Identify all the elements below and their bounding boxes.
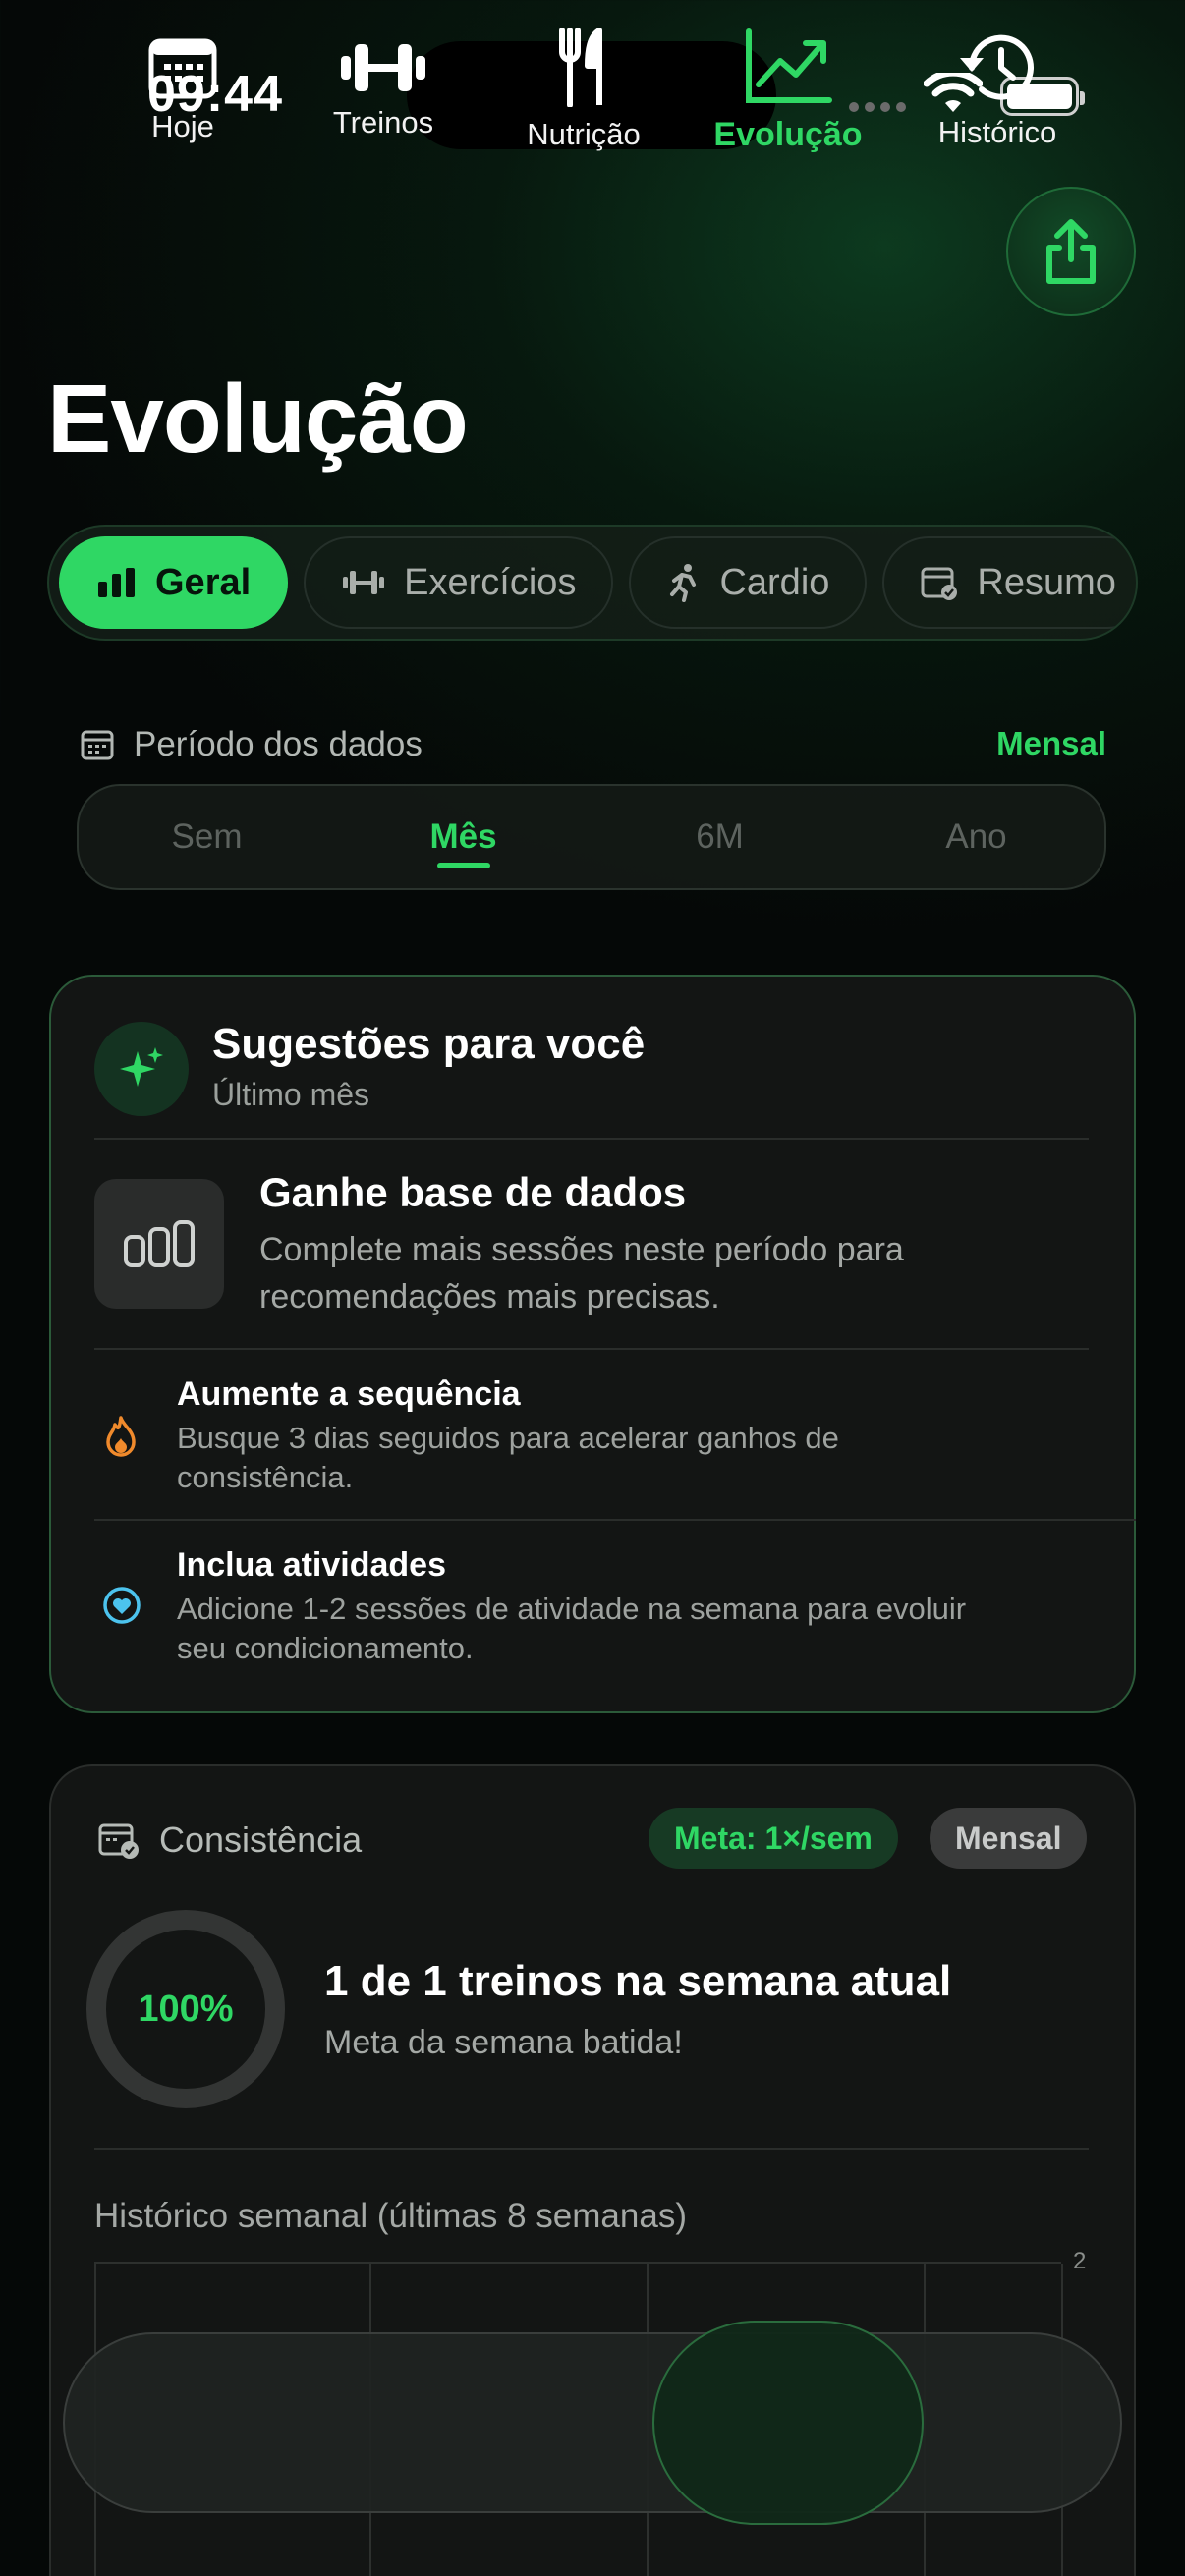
period-option-ano[interactable]: Ano: [848, 786, 1104, 888]
period-segmented-control: Sem Mês 6M Ano: [77, 784, 1106, 890]
recommendation-title: Ganhe base de dados: [259, 1169, 687, 1215]
period-option-mes[interactable]: Mês: [335, 786, 592, 888]
consistency-title: Consistência: [159, 1820, 363, 1860]
tab-resumo[interactable]: Resumo: [882, 536, 1136, 629]
period-badge[interactable]: Mensal: [930, 1808, 1088, 1869]
trend-up-icon: [746, 28, 832, 103]
nav-item-historico[interactable]: Histórico: [924, 0, 1071, 181]
nav-label: Nutrição: [527, 117, 641, 151]
heart-icon: [103, 1587, 141, 1624]
period-label-text: Período dos dados: [134, 725, 423, 763]
suggestions-title: Sugestões para você: [212, 1020, 646, 1068]
tip-description: Busque 3 dias seguidos para acelerar gan…: [177, 1421, 839, 1494]
divider: [94, 1138, 1089, 1140]
consistency-label: Consistência: [98, 1820, 362, 1861]
bottom-nav: [63, 2332, 1122, 2513]
consistency-subline: Meta da semana batida!: [324, 2024, 683, 2061]
nav-item-hoje[interactable]: Hoje: [118, 0, 248, 181]
calendar-icon: [148, 38, 217, 99]
divider: [94, 1348, 1089, 1350]
divider: [94, 2148, 1089, 2150]
nav-label: Treinos: [332, 105, 434, 140]
tab-label: Exercícios: [404, 561, 577, 603]
nav-item-evolucao[interactable]: Evolução: [688, 0, 888, 181]
calendar-check-icon: [98, 1823, 139, 1859]
tab-geral[interactable]: Geral: [59, 536, 289, 629]
nav-label: Evolução: [713, 115, 863, 153]
flame-icon: [106, 1416, 136, 1457]
data-bars-icon: [94, 1179, 224, 1309]
tip-description: Adicione 1-2 sessões de atividade na sem…: [177, 1592, 967, 1665]
tab-label: Resumo: [977, 561, 1116, 603]
share-icon: [1046, 219, 1096, 284]
calendar-check-icon: [921, 567, 958, 600]
progress-value: 100%: [138, 1988, 234, 2030]
consistency-headline: 1 de 1 treinos na semana atual: [324, 1957, 952, 2005]
nav-active-highlight: [652, 2321, 924, 2525]
recommendation-description: Complete mais sessões neste período para…: [259, 1231, 904, 1316]
share-button[interactable]: [1006, 187, 1136, 316]
period-mode: Mensal: [996, 725, 1106, 761]
category-tabs: Geral Exercícios Cardio Resumo: [47, 525, 1138, 641]
divider: [94, 1519, 1136, 1521]
tip-title: Aumente a sequência: [177, 1375, 521, 1413]
period-option-6m[interactable]: 6M: [592, 786, 848, 888]
suggestions-subtitle: Último mês: [212, 1077, 370, 1112]
tab-label: Geral: [155, 561, 252, 603]
tab-exercicios[interactable]: Exercícios: [304, 536, 614, 629]
nav-item-nutricao[interactable]: Nutrição: [511, 0, 656, 181]
tip-title: Inclua atividades: [177, 1546, 446, 1584]
nav-label: Hoje: [151, 109, 214, 143]
period-label: Período dos dados: [81, 725, 423, 764]
history-label: Histórico semanal (últimas 8 semanas): [94, 2197, 687, 2235]
goal-badge[interactable]: Meta: 1×/sem: [649, 1808, 898, 1869]
bar-chart-icon: [98, 568, 135, 597]
chart-axis-max: 2: [1073, 2248, 1087, 2274]
tab-label: Cardio: [719, 561, 830, 603]
nav-item-treinos[interactable]: Treinos: [314, 0, 452, 181]
sparkles-icon: [94, 1022, 189, 1116]
dumbbell-icon: [341, 44, 425, 91]
calendar-icon: [81, 730, 114, 760]
tab-cardio[interactable]: Cardio: [629, 536, 868, 629]
page-title: Evolução: [47, 364, 469, 473]
nav-label: Histórico: [937, 115, 1057, 149]
fork-knife-icon: [559, 28, 602, 107]
dumbbell-icon: [343, 571, 385, 594]
period-option-sem[interactable]: Sem: [79, 786, 335, 888]
running-icon: [670, 564, 697, 602]
history-icon: [960, 34, 1034, 100]
